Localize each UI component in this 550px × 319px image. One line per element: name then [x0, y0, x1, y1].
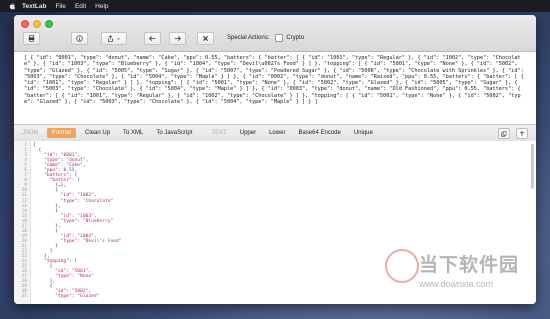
- undo-button[interactable]: [144, 32, 161, 45]
- code-token: "Blueberry": [82, 218, 114, 224]
- special-actions: Special Actions: Crypto: [227, 34, 304, 42]
- code-line: "type": "Glazed": [33, 294, 122, 299]
- unique-button[interactable]: Unique: [354, 130, 373, 136]
- code-token: "Glazed": [77, 294, 100, 300]
- formatted-json-output: [ { "id": "0001", "type": "donut", "name…: [33, 143, 122, 299]
- export-icon: [520, 130, 524, 136]
- special-actions-label: Special Actions:: [227, 35, 270, 41]
- share-icon: [108, 35, 113, 42]
- input-text-area[interactable]: [ { "id": "0001", "type": "donut", "name…: [14, 52, 536, 124]
- undo-icon: [149, 36, 156, 41]
- maximize-window-button[interactable]: [45, 20, 53, 28]
- close-window-button[interactable]: [21, 20, 29, 28]
- watermark: 当下软件园 www.downxia.com: [385, 243, 535, 303]
- info-icon: [76, 35, 83, 42]
- clear-button[interactable]: [197, 32, 214, 45]
- line-number-gutter: 1 2 3 4 5 6 7 8 9 10 11 12 13 14 15 16 17 18 19 20 21 22 23 24 2…: [14, 141, 31, 304]
- to-javascript-button[interactable]: To JavaScript: [156, 130, 192, 136]
- redo-icon: [174, 36, 181, 41]
- watermark-url: www.downxia.com: [419, 279, 494, 289]
- close-icon: [203, 36, 208, 41]
- info-button[interactable]: [71, 32, 88, 45]
- mode-text-label: TEXT: [211, 130, 227, 136]
- code-token: : [: [68, 259, 78, 265]
- redo-button[interactable]: [169, 32, 186, 45]
- line-number: 31: [21, 294, 27, 300]
- format-button[interactable]: Format: [47, 128, 77, 138]
- base64-encode-button[interactable]: Base64 Encode: [298, 130, 340, 136]
- code-token: ,: [82, 163, 86, 169]
- to-xml-button[interactable]: To XML: [123, 130, 143, 136]
- watermark-text: 当下软件园: [419, 255, 520, 276]
- code-token: : [: [71, 178, 81, 184]
- apple-icon[interactable]: [8, 2, 16, 10]
- menu-edit[interactable]: Edit: [75, 3, 86, 10]
- menu-bar: TextLab File Edit Help: [0, 0, 550, 12]
- upper-button[interactable]: Upper: [240, 130, 256, 136]
- watermark-logo-icon: [385, 249, 419, 283]
- action-bar: JSON Format Clean Up To XML To JavaScrip…: [14, 124, 536, 142]
- code-token: "Chocolate": [82, 198, 114, 204]
- window-controls: [21, 20, 53, 28]
- title-bar: Special Actions: Crypto: [14, 15, 536, 52]
- share-button[interactable]: [101, 32, 127, 45]
- copy-button[interactable]: [498, 128, 510, 139]
- crypto-checkbox[interactable]: [275, 34, 284, 42]
- chevron-down-icon: [116, 37, 121, 40]
- menu-file[interactable]: File: [55, 3, 65, 10]
- menu-app-name[interactable]: TextLab: [22, 3, 46, 10]
- mode-json-label: JSON: [22, 130, 39, 136]
- crypto-label: Crypto: [286, 35, 305, 41]
- printer-icon: [28, 35, 35, 42]
- code-token: "type": [33, 294, 72, 300]
- code-token: "None": [77, 274, 94, 280]
- vertical-scrollbar[interactable]: [531, 144, 534, 189]
- menu-help[interactable]: Help: [95, 3, 108, 10]
- minimize-window-button[interactable]: [33, 20, 41, 28]
- print-button[interactable]: [23, 32, 40, 45]
- export-button[interactable]: [516, 128, 528, 139]
- clean-up-button[interactable]: Clean Up: [85, 130, 110, 136]
- copy-icon: [501, 130, 507, 137]
- lower-button[interactable]: Lower: [269, 130, 285, 136]
- code-token: ,: [85, 158, 89, 164]
- code-token: "Devil's Food": [82, 238, 122, 244]
